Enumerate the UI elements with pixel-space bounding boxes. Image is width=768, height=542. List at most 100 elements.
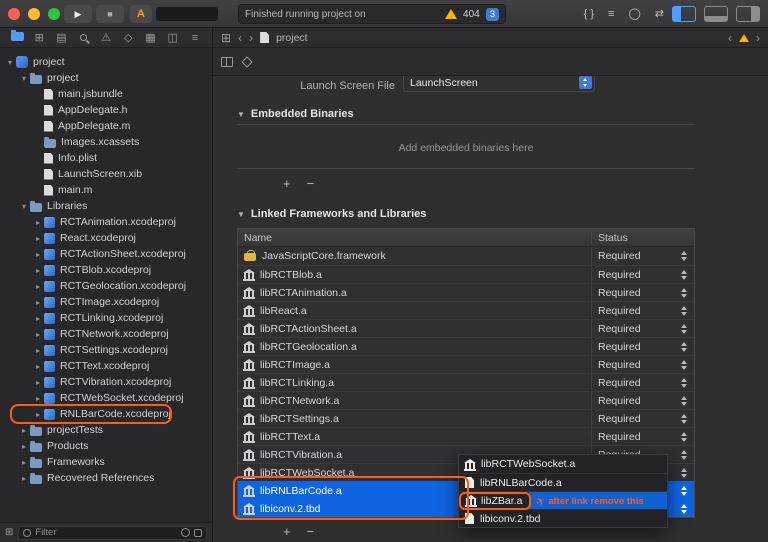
status-dropdown-icon[interactable]	[680, 377, 689, 389]
table-row[interactable]: libRCTLinking.a Required	[238, 373, 694, 391]
sidebar-tree-item-rctgeolocation-xcodeproj[interactable]: ▸ RCTGeolocation.xcodeproj	[0, 278, 212, 294]
sidebar-tree-item-rctblob-xcodeproj[interactable]: ▸ RCTBlob.xcodeproj	[0, 262, 212, 278]
remove-button[interactable]: −	[307, 524, 315, 539]
sidebar-tree-item-images-xcassets[interactable]: Images.xcassets	[0, 134, 212, 150]
warning-count[interactable]: 404	[463, 9, 480, 20]
back-icon[interactable]: ‹	[238, 31, 242, 45]
sidebar-tree-item-launchscreen-xib[interactable]: LaunchScreen.xib	[0, 166, 212, 182]
sidebar-tree-item-rcttext-xcodeproj[interactable]: ▸ RCTText.xcodeproj	[0, 358, 212, 374]
stop-button[interactable]: ■	[96, 5, 124, 23]
scm-filter-icon[interactable]	[194, 528, 202, 537]
sidebar-tree-item-rctnetwork-xcodeproj[interactable]: ▸ RCTNetwork.xcodeproj	[0, 326, 212, 342]
breadcrumb[interactable]: project	[276, 32, 308, 44]
linked-editor-icon[interactable]	[241, 55, 253, 68]
disclosure-arrow[interactable]: ▸	[32, 298, 44, 307]
symbol-navigator-icon[interactable]: ▤	[55, 29, 69, 47]
close-button[interactable]	[8, 8, 20, 20]
prev-issue-icon[interactable]: ‹	[728, 31, 732, 45]
disclosure-arrow[interactable]: ▸	[32, 378, 44, 387]
bottom-panel-toggle[interactable]	[704, 6, 728, 22]
filter-field[interactable]	[18, 525, 207, 540]
sidebar-tree-item-frameworks[interactable]: ▸ Frameworks	[0, 454, 212, 470]
sidebar-tree-item-appdelegate-m[interactable]: AppDelegate.m	[0, 118, 212, 134]
issue-badge[interactable]: 3	[485, 7, 499, 21]
table-row[interactable]: libReact.a Required	[238, 301, 694, 319]
disclosure-arrow[interactable]: ▸	[32, 218, 44, 227]
sidebar-tree-item-rctvibration-xcodeproj[interactable]: ▸ RCTVibration.xcodeproj	[0, 374, 212, 390]
disclosure-arrow[interactable]: ▸	[32, 250, 44, 259]
disclosure-arrow[interactable]: ▸	[18, 458, 30, 467]
disclosure-arrow[interactable]: ▾	[4, 58, 16, 67]
status-dropdown-icon[interactable]	[680, 287, 689, 299]
status-dropdown-icon[interactable]	[680, 250, 689, 262]
disclosure-arrow[interactable]: ▸	[18, 426, 30, 435]
disclosure-arrow[interactable]: ▸	[18, 442, 30, 451]
swap-arrows-icon[interactable]: ⇄	[655, 6, 664, 22]
sidebar-tree-item-rctsettings-xcodeproj[interactable]: ▸ RCTSettings.xcodeproj	[0, 342, 212, 358]
status-dropdown-icon[interactable]	[680, 359, 689, 371]
list-item[interactable]: libRNLBarCode.a	[459, 473, 667, 491]
sidebar-tree-item-recovered-references[interactable]: ▸ Recovered References	[0, 470, 212, 486]
issue-navigator-icon[interactable]: ⚠	[99, 29, 113, 47]
disclosure-arrow[interactable]: ▸	[32, 346, 44, 355]
table-row[interactable]: libRCTActionSheet.a Required	[238, 319, 694, 337]
forward-icon[interactable]: ›	[249, 31, 253, 45]
debug-navigator-icon[interactable]: ▦	[144, 29, 158, 47]
disclosure-arrow[interactable]: ▸	[32, 282, 44, 291]
sidebar-tree-item-main-jsbundle[interactable]: main.jsbundle	[0, 86, 212, 102]
left-panel-toggle[interactable]	[672, 6, 696, 22]
sidebar-tree-item-rctanimation-xcodeproj[interactable]: ▸ RCTAnimation.xcodeproj	[0, 214, 212, 230]
destination-selector[interactable]	[156, 7, 218, 21]
list-item[interactable]: libiconv.2.tbd	[459, 509, 667, 527]
list-item-libzbar[interactable]: libZBar.a ✈ after link remove this	[459, 491, 667, 510]
report-navigator-icon[interactable]: ≡	[188, 29, 202, 47]
breakpoint-navigator-icon[interactable]: ◫	[166, 29, 180, 47]
launch-screen-field[interactable]: LaunchScreen	[403, 76, 595, 92]
braces-icon[interactable]: { }	[584, 6, 594, 22]
status-dropdown-icon[interactable]	[680, 485, 689, 497]
remove-button[interactable]: −	[307, 176, 315, 191]
table-row[interactable]: libRCTText.a Required	[238, 427, 694, 445]
warning-triangle-icon[interactable]	[739, 33, 749, 42]
run-button[interactable]: ▶	[64, 5, 92, 23]
sidebar-tree-item-libraries[interactable]: ▾ Libraries	[0, 198, 212, 214]
status-dropdown-icon[interactable]	[680, 269, 689, 281]
add-icon[interactable]: ⊞	[5, 527, 13, 538]
disclosure-arrow[interactable]: ▸	[32, 330, 44, 339]
status-dropdown-icon[interactable]	[680, 449, 689, 461]
status-dropdown-icon[interactable]	[680, 323, 689, 335]
related-items-icon[interactable]: ⊞	[221, 31, 231, 45]
scheme-selector[interactable]: A	[130, 5, 152, 23]
test-navigator-icon[interactable]: ◇	[121, 29, 135, 47]
sidebar-tree-item-info-plist[interactable]: Info.plist	[0, 150, 212, 166]
disclosure-arrow[interactable]: ▸	[32, 266, 44, 275]
disclosure-arrow[interactable]: ▸	[32, 362, 44, 371]
status-dropdown-icon[interactable]	[680, 341, 689, 353]
disclosure-arrow[interactable]: ▸	[32, 314, 44, 323]
embedded-binaries-header[interactable]: ▼ Embedded Binaries	[237, 108, 354, 120]
disclosure-arrow[interactable]: ▾	[18, 74, 30, 83]
table-row[interactable]: libRCTGeolocation.a Required	[238, 337, 694, 355]
next-issue-icon[interactable]: ›	[756, 31, 760, 45]
sidebar-tree-item-projecttests[interactable]: ▸ projectTests	[0, 422, 212, 438]
disclosure-triangle-icon[interactable]: ▼	[237, 110, 245, 119]
warning-triangle-icon[interactable]	[445, 9, 458, 19]
lines-icon[interactable]: ≡	[608, 6, 614, 22]
table-row[interactable]: libRCTSettings.a Required	[238, 409, 694, 427]
disclosure-arrow[interactable]: ▸	[32, 234, 44, 243]
status-dropdown-icon[interactable]	[680, 395, 689, 407]
status-dropdown-icon[interactable]	[680, 503, 689, 515]
table-row[interactable]: libRCTImage.a Required	[238, 355, 694, 373]
sidebar-tree-item-react-xcodeproj[interactable]: ▸ React.xcodeproj	[0, 230, 212, 246]
sidebar-tree-item-rctactionsheet-xcodeproj[interactable]: ▸ RCTActionSheet.xcodeproj	[0, 246, 212, 262]
minimize-button[interactable]	[28, 8, 40, 20]
sidebar-tree-item-main-m[interactable]: main.m	[0, 182, 212, 198]
table-row[interactable]: libRCTBlob.a Required	[238, 265, 694, 283]
add-button[interactable]: +	[283, 524, 291, 539]
sidebar-tree-item-products[interactable]: ▸ Products	[0, 438, 212, 454]
list-item[interactable]: libRCTWebSocket.a	[459, 455, 667, 473]
popup-chevron-icon[interactable]	[579, 76, 592, 89]
status-dropdown-icon[interactable]	[680, 305, 689, 317]
disclosure-arrow[interactable]: ▸	[32, 410, 44, 419]
sidebar-tree-item-appdelegate-h[interactable]: AppDelegate.h	[0, 102, 212, 118]
